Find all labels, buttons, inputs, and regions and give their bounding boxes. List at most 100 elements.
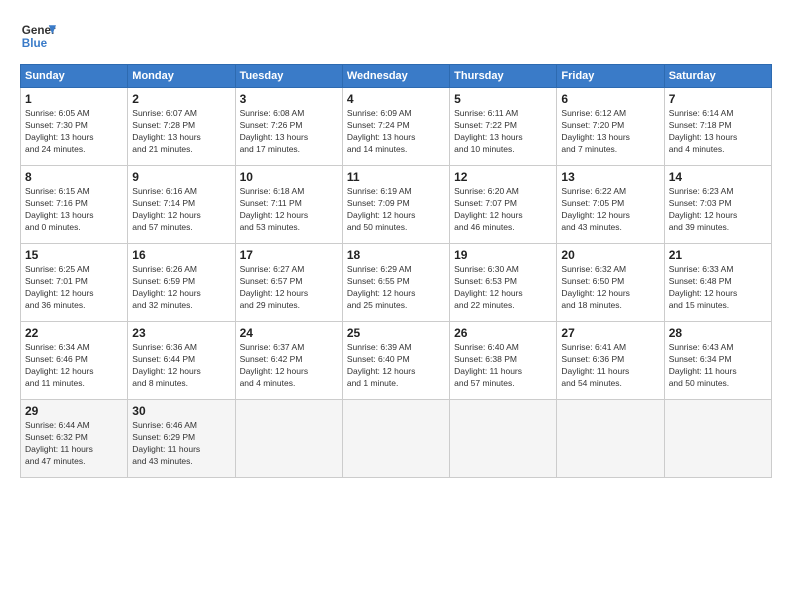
calendar-day-cell: 15 Sunrise: 6:25 AM Sunset: 7:01 PM Dayli… [21, 244, 128, 322]
dow-header: Sunday [21, 65, 128, 88]
calendar-day-cell: 23Sunrise: 6:36 AM Sunset: 6:44 PM Dayli… [128, 322, 235, 400]
calendar-day-cell: 22 Sunrise: 6:34 AM Sunset: 6:46 PM Dayli… [21, 322, 128, 400]
day-number: 4 [347, 92, 445, 106]
page-header: General Blue [20, 18, 772, 54]
day-info: Sunrise: 6:43 AM Sunset: 6:34 PM Dayligh… [669, 342, 767, 390]
calendar-day-cell: 19 Sunrise: 6:30 AM Sunset: 6:53 PM Dayli… [450, 244, 557, 322]
day-info: Sunrise: 6:14 AM Sunset: 7:18 PM Dayligh… [669, 108, 767, 156]
day-info: Sunrise: 6:23 AM Sunset: 7:03 PM Dayligh… [669, 186, 767, 234]
calendar-day-cell: 8Sunrise: 6:15 AM Sunset: 7:16 PM Daylig… [21, 166, 128, 244]
calendar-day-cell: 28 Sunrise: 6:43 AM Sunset: 6:34 PM Dayli… [664, 322, 771, 400]
calendar-week-row: 22 Sunrise: 6:34 AM Sunset: 6:46 PM Dayli… [21, 322, 772, 400]
day-number: 6 [561, 92, 659, 106]
day-info: Sunrise: 6:22 AM Sunset: 7:05 PM Dayligh… [561, 186, 659, 234]
day-info: Sunrise: 6:16 AM Sunset: 7:14 PM Dayligh… [132, 186, 230, 234]
day-info: Sunrise: 6:07 AM Sunset: 7:28 PM Dayligh… [132, 108, 230, 156]
calendar-day-cell [235, 400, 342, 478]
day-info: Sunrise: 6:37 AM Sunset: 6:42 PM Dayligh… [240, 342, 338, 390]
calendar-day-cell [664, 400, 771, 478]
day-info: Sunrise: 6:27 AM Sunset: 6:57 PM Dayligh… [240, 264, 338, 312]
day-info: Sunrise: 6:12 AM Sunset: 7:20 PM Dayligh… [561, 108, 659, 156]
day-info: Sunrise: 6:09 AM Sunset: 7:24 PM Dayligh… [347, 108, 445, 156]
calendar-day-cell: 4 Sunrise: 6:09 AM Sunset: 7:24 PM Daylig… [342, 88, 449, 166]
calendar-day-cell: 27 Sunrise: 6:41 AM Sunset: 6:36 PM Dayli… [557, 322, 664, 400]
calendar-day-cell: 17 Sunrise: 6:27 AM Sunset: 6:57 PM Dayli… [235, 244, 342, 322]
day-number: 27 [561, 326, 659, 340]
day-number: 24 [240, 326, 338, 340]
day-info: Sunrise: 6:18 AM Sunset: 7:11 PM Dayligh… [240, 186, 338, 234]
calendar-day-cell [557, 400, 664, 478]
calendar-day-cell: 12 Sunrise: 6:20 AM Sunset: 7:07 PM Dayli… [450, 166, 557, 244]
day-number: 26 [454, 326, 552, 340]
day-number: 12 [454, 170, 552, 184]
days-of-week-row: SundayMondayTuesdayWednesdayThursdayFrid… [21, 65, 772, 88]
calendar-week-row: 15 Sunrise: 6:25 AM Sunset: 7:01 PM Dayli… [21, 244, 772, 322]
logo-icon: General Blue [20, 18, 56, 54]
dow-header: Tuesday [235, 65, 342, 88]
day-number: 1 [25, 92, 123, 106]
logo: General Blue [20, 18, 56, 54]
day-info: Sunrise: 6:41 AM Sunset: 6:36 PM Dayligh… [561, 342, 659, 390]
day-number: 20 [561, 248, 659, 262]
svg-text:Blue: Blue [22, 37, 48, 50]
day-info: Sunrise: 6:39 AM Sunset: 6:40 PM Dayligh… [347, 342, 445, 390]
dow-header: Monday [128, 65, 235, 88]
calendar-day-cell: 1 Sunrise: 6:05 AM Sunset: 7:30 PM Daylig… [21, 88, 128, 166]
day-number: 5 [454, 92, 552, 106]
calendar-day-cell [450, 400, 557, 478]
calendar-day-cell [342, 400, 449, 478]
day-info: Sunrise: 6:40 AM Sunset: 6:38 PM Dayligh… [454, 342, 552, 390]
dow-header: Thursday [450, 65, 557, 88]
day-info: Sunrise: 6:29 AM Sunset: 6:55 PM Dayligh… [347, 264, 445, 312]
day-info: Sunrise: 6:30 AM Sunset: 6:53 PM Dayligh… [454, 264, 552, 312]
calendar-day-cell: 3 Sunrise: 6:08 AM Sunset: 7:26 PM Daylig… [235, 88, 342, 166]
day-info: Sunrise: 6:20 AM Sunset: 7:07 PM Dayligh… [454, 186, 552, 234]
calendar-day-cell: 11 Sunrise: 6:19 AM Sunset: 7:09 PM Dayli… [342, 166, 449, 244]
day-info: Sunrise: 6:32 AM Sunset: 6:50 PM Dayligh… [561, 264, 659, 312]
day-number: 30 [132, 404, 230, 418]
day-number: 23 [132, 326, 230, 340]
day-info: Sunrise: 6:44 AM Sunset: 6:32 PM Dayligh… [25, 420, 123, 468]
calendar-day-cell: 13 Sunrise: 6:22 AM Sunset: 7:05 PM Dayli… [557, 166, 664, 244]
day-info: Sunrise: 6:05 AM Sunset: 7:30 PM Dayligh… [25, 108, 123, 156]
calendar-day-cell: 24 Sunrise: 6:37 AM Sunset: 6:42 PM Dayli… [235, 322, 342, 400]
day-number: 11 [347, 170, 445, 184]
calendar-day-cell: 30 Sunrise: 6:46 AM Sunset: 6:29 PM Dayli… [128, 400, 235, 478]
calendar-day-cell: 29 Sunrise: 6:44 AM Sunset: 6:32 PM Dayli… [21, 400, 128, 478]
day-number: 2 [132, 92, 230, 106]
day-number: 13 [561, 170, 659, 184]
day-number: 10 [240, 170, 338, 184]
day-info: Sunrise: 6:33 AM Sunset: 6:48 PM Dayligh… [669, 264, 767, 312]
dow-header: Saturday [664, 65, 771, 88]
calendar: SundayMondayTuesdayWednesdayThursdayFrid… [20, 64, 772, 478]
day-info: Sunrise: 6:08 AM Sunset: 7:26 PM Dayligh… [240, 108, 338, 156]
day-number: 29 [25, 404, 123, 418]
dow-header: Friday [557, 65, 664, 88]
day-number: 19 [454, 248, 552, 262]
day-info: Sunrise: 6:46 AM Sunset: 6:29 PM Dayligh… [132, 420, 230, 468]
day-info: Sunrise: 6:25 AM Sunset: 7:01 PM Dayligh… [25, 264, 123, 312]
day-number: 3 [240, 92, 338, 106]
calendar-day-cell: 14Sunrise: 6:23 AM Sunset: 7:03 PM Dayli… [664, 166, 771, 244]
calendar-day-cell: 25 Sunrise: 6:39 AM Sunset: 6:40 PM Dayli… [342, 322, 449, 400]
day-number: 7 [669, 92, 767, 106]
calendar-day-cell: 21Sunrise: 6:33 AM Sunset: 6:48 PM Dayli… [664, 244, 771, 322]
day-number: 17 [240, 248, 338, 262]
calendar-day-cell: 20 Sunrise: 6:32 AM Sunset: 6:50 PM Dayli… [557, 244, 664, 322]
calendar-day-cell: 18 Sunrise: 6:29 AM Sunset: 6:55 PM Dayli… [342, 244, 449, 322]
day-number: 15 [25, 248, 123, 262]
day-info: Sunrise: 6:34 AM Sunset: 6:46 PM Dayligh… [25, 342, 123, 390]
calendar-day-cell: 7 Sunrise: 6:14 AM Sunset: 7:18 PM Daylig… [664, 88, 771, 166]
day-info: Sunrise: 6:19 AM Sunset: 7:09 PM Dayligh… [347, 186, 445, 234]
calendar-week-row: 29 Sunrise: 6:44 AM Sunset: 6:32 PM Dayli… [21, 400, 772, 478]
calendar-day-cell: 26 Sunrise: 6:40 AM Sunset: 6:38 PM Dayli… [450, 322, 557, 400]
day-number: 8 [25, 170, 123, 184]
day-number: 28 [669, 326, 767, 340]
day-info: Sunrise: 6:11 AM Sunset: 7:22 PM Dayligh… [454, 108, 552, 156]
day-number: 25 [347, 326, 445, 340]
calendar-week-row: 1 Sunrise: 6:05 AM Sunset: 7:30 PM Daylig… [21, 88, 772, 166]
dow-header: Wednesday [342, 65, 449, 88]
calendar-day-cell: 16Sunrise: 6:26 AM Sunset: 6:59 PM Dayli… [128, 244, 235, 322]
day-number: 22 [25, 326, 123, 340]
day-number: 18 [347, 248, 445, 262]
